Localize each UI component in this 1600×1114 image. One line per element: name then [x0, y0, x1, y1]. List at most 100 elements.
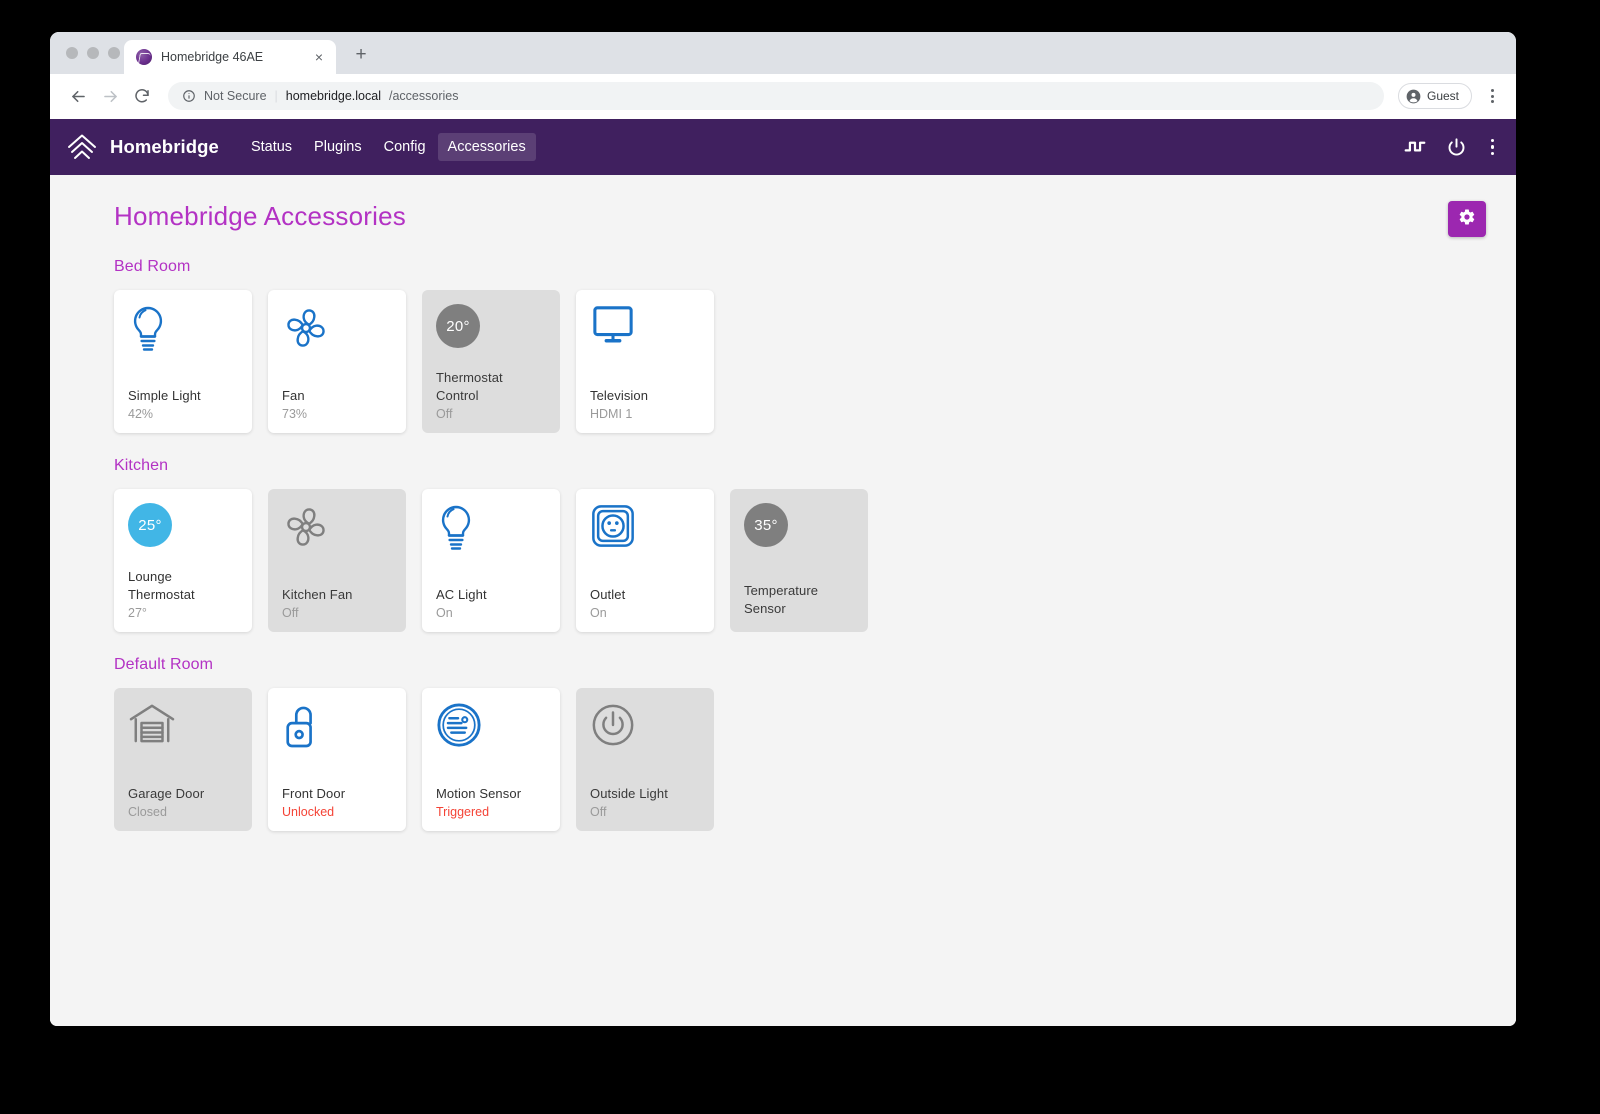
- settings-button[interactable]: [1448, 201, 1486, 237]
- browser-window: Homebridge 46AE × + Not Secure | h: [50, 32, 1516, 1026]
- accessory-value: 73%: [282, 407, 394, 421]
- accessory-name: Simple Light: [128, 387, 240, 405]
- window-controls[interactable]: [66, 47, 120, 59]
- back-button[interactable]: [64, 82, 92, 110]
- room-section: Default Room: [114, 656, 1492, 831]
- address-bar[interactable]: Not Secure | homebridge.local/accessorie…: [168, 82, 1384, 110]
- close-tab-icon[interactable]: ×: [310, 48, 328, 66]
- card-body: Fan 73%: [282, 387, 394, 421]
- card-body: Front Door Unlocked: [282, 785, 394, 819]
- accessory-grid: Simple Light 42%: [114, 290, 1492, 433]
- accessory-card-television[interactable]: Television HDMI 1: [576, 290, 714, 433]
- url-host: homebridge.local: [286, 89, 381, 103]
- gear-icon: [1458, 208, 1476, 231]
- page-content: Homebridge Accessories Bed Room: [50, 175, 1516, 1026]
- power-icon[interactable]: [1446, 137, 1467, 158]
- card-body: Thermostat Control Off: [436, 369, 548, 421]
- accessory-value: Triggered: [436, 805, 548, 819]
- dot: [1491, 145, 1495, 149]
- motion-sensor-icon: [436, 702, 548, 764]
- accessory-grid: Garage Door Closed: [114, 688, 1492, 831]
- nav-link-config[interactable]: Config: [374, 133, 436, 161]
- forward-button[interactable]: [96, 82, 124, 110]
- accessory-name: Thermostat Control: [436, 369, 548, 405]
- temperature-bubble: 35°: [744, 503, 788, 547]
- brand[interactable]: Homebridge: [66, 132, 219, 162]
- profile-button[interactable]: Guest: [1398, 83, 1472, 109]
- lightbulb-icon: [128, 304, 240, 366]
- card-body: Kitchen Fan Off: [282, 586, 394, 620]
- card-body: Outlet On: [590, 586, 702, 620]
- accessory-name: Lounge Thermostat: [128, 568, 240, 604]
- accessory-card-lounge-thermostat[interactable]: 25° Lounge Thermostat 27°: [114, 489, 252, 632]
- accessory-card-ac-light[interactable]: AC Light On: [422, 489, 560, 632]
- temperature-sensor-icon: 35°: [744, 503, 856, 565]
- accessory-name: Temperature Sensor: [744, 582, 856, 618]
- browser-tab[interactable]: Homebridge 46AE ×: [124, 40, 336, 74]
- nav-link-status[interactable]: Status: [241, 133, 302, 161]
- more-vertical-icon[interactable]: [1487, 139, 1499, 156]
- dot: [1491, 89, 1494, 92]
- accessory-grid: 25° Lounge Thermostat 27°: [114, 489, 1492, 632]
- accessory-card-garage-door[interactable]: Garage Door Closed: [114, 688, 252, 831]
- fan-icon: [282, 304, 394, 366]
- accessory-value: Off: [436, 407, 548, 421]
- page-header: Homebridge Accessories: [64, 201, 1492, 232]
- pulse-icon[interactable]: [1404, 137, 1426, 157]
- nav-link-plugins[interactable]: Plugins: [304, 133, 372, 161]
- accessory-name: Outside Light: [590, 785, 702, 803]
- accessory-value: Off: [590, 805, 702, 819]
- room-title: Default Room: [114, 656, 1492, 674]
- accessory-value: On: [436, 606, 548, 620]
- accessory-card-front-door[interactable]: Front Door Unlocked: [268, 688, 406, 831]
- outlet-icon: [590, 503, 702, 565]
- accessory-card-simple-light[interactable]: Simple Light 42%: [114, 290, 252, 433]
- accessory-card-outlet[interactable]: Outlet On: [576, 489, 714, 632]
- accessory-name: AC Light: [436, 586, 548, 604]
- garage-door-icon: [128, 702, 240, 764]
- app-navbar: Homebridge Status Plugins Config Accesso…: [50, 119, 1516, 175]
- close-window-button[interactable]: [66, 47, 78, 59]
- accessory-name: Motion Sensor: [436, 785, 548, 803]
- browser-tab-strip: Homebridge 46AE × +: [50, 32, 1516, 74]
- url-separator: |: [275, 89, 278, 103]
- accessory-card-temperature-sensor[interactable]: 35° Temperature Sensor: [730, 489, 868, 632]
- thermostat-icon: 25°: [128, 503, 240, 565]
- thermostat-icon: 20°: [436, 304, 548, 366]
- card-body: Temperature Sensor: [744, 582, 856, 620]
- accessory-value: On: [590, 606, 702, 620]
- power-icon: [590, 702, 702, 764]
- minimize-window-button[interactable]: [87, 47, 99, 59]
- new-tab-button[interactable]: +: [348, 41, 374, 67]
- accessory-name: Front Door: [282, 785, 394, 803]
- browser-menu-button[interactable]: [1480, 82, 1504, 110]
- accessory-card-fan[interactable]: Fan 73%: [268, 290, 406, 433]
- reload-button[interactable]: [128, 82, 156, 110]
- accessory-value: Closed: [128, 805, 240, 819]
- accessory-value: 27°: [128, 606, 240, 620]
- accessory-card-kitchen-fan[interactable]: Kitchen Fan Off: [268, 489, 406, 632]
- browser-toolbar: Not Secure | homebridge.local/accessorie…: [50, 74, 1516, 119]
- temperature-bubble: 20°: [436, 304, 480, 348]
- profile-label: Guest: [1427, 89, 1459, 103]
- accessory-value: 42%: [128, 407, 240, 421]
- nav-links: Status Plugins Config Accessories: [241, 133, 536, 161]
- brand-name: Homebridge: [110, 136, 219, 158]
- accessory-card-outside-light[interactable]: Outside Light Off: [576, 688, 714, 831]
- television-icon: [590, 304, 702, 366]
- security-status-label: Not Secure: [204, 89, 267, 103]
- navbar-actions: [1404, 137, 1499, 158]
- dot: [1491, 100, 1494, 103]
- card-body: Garage Door Closed: [128, 785, 240, 819]
- accessory-card-motion-sensor[interactable]: Motion Sensor Triggered: [422, 688, 560, 831]
- maximize-window-button[interactable]: [108, 47, 120, 59]
- url-path: /accessories: [389, 89, 458, 103]
- accessory-card-thermostat-control[interactable]: 20° Thermostat Control Off: [422, 290, 560, 433]
- accessory-name: Television: [590, 387, 702, 405]
- card-body: Lounge Thermostat 27°: [128, 568, 240, 620]
- rooms-list: Bed Room: [64, 258, 1492, 831]
- nav-link-accessories[interactable]: Accessories: [438, 133, 536, 161]
- accessory-value: Off: [282, 606, 394, 620]
- info-circle-icon[interactable]: [182, 89, 196, 103]
- dot: [1491, 139, 1495, 143]
